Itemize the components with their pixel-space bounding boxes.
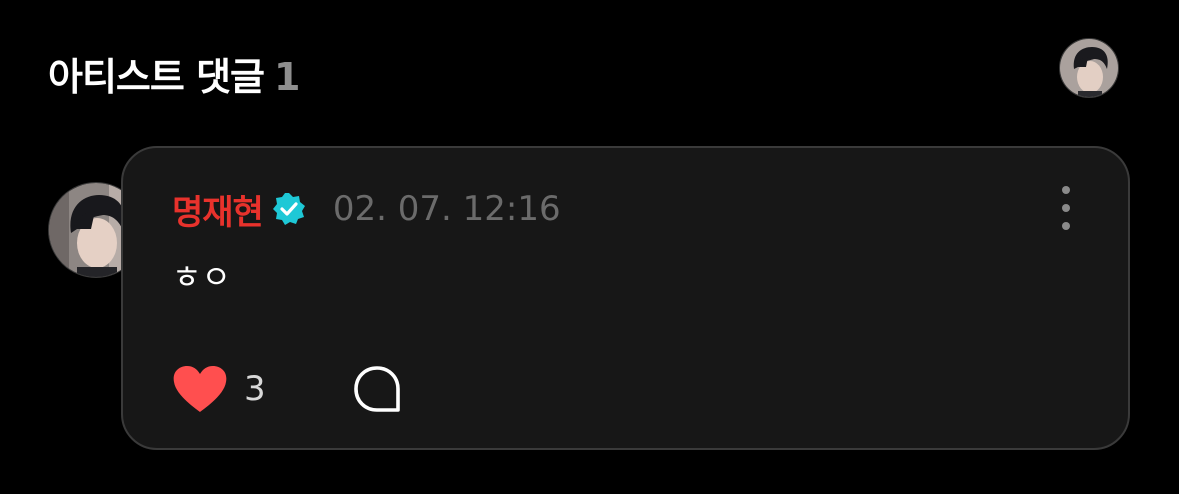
like-button[interactable]: 3 [172,364,266,414]
more-options-button[interactable] [1056,186,1076,230]
verified-badge-icon [272,193,305,225]
author-name[interactable]: 명재현 [172,185,264,234]
comment-actions: 3 [172,364,402,414]
page-title-text: 아티스트 댓글 [48,55,265,99]
avatar-photo-icon [1060,39,1118,97]
comment-timestamp: 02. 07. 12:16 [332,189,561,229]
heart-icon [173,366,227,412]
more-vertical-icon-dot-3 [1062,222,1070,230]
reply-bubble-icon[interactable] [352,364,402,414]
page-title: 아티스트 댓글 1 [48,46,300,101]
comment-count: 1 [274,55,300,99]
more-vertical-icon [1062,186,1070,194]
more-vertical-icon-dot-2 [1062,204,1070,212]
comment-card: 명재현 02. 07. 12:16 ㅎㅇ 3 [121,146,1130,450]
comment-meta: 명재현 02. 07. 12:16 [172,184,561,234]
like-count: 3 [244,369,266,409]
comments-header: 아티스트 댓글 1 [48,38,1131,100]
header-avatar[interactable] [1059,38,1119,98]
comment-text: ㅎㅇ [172,258,231,296]
